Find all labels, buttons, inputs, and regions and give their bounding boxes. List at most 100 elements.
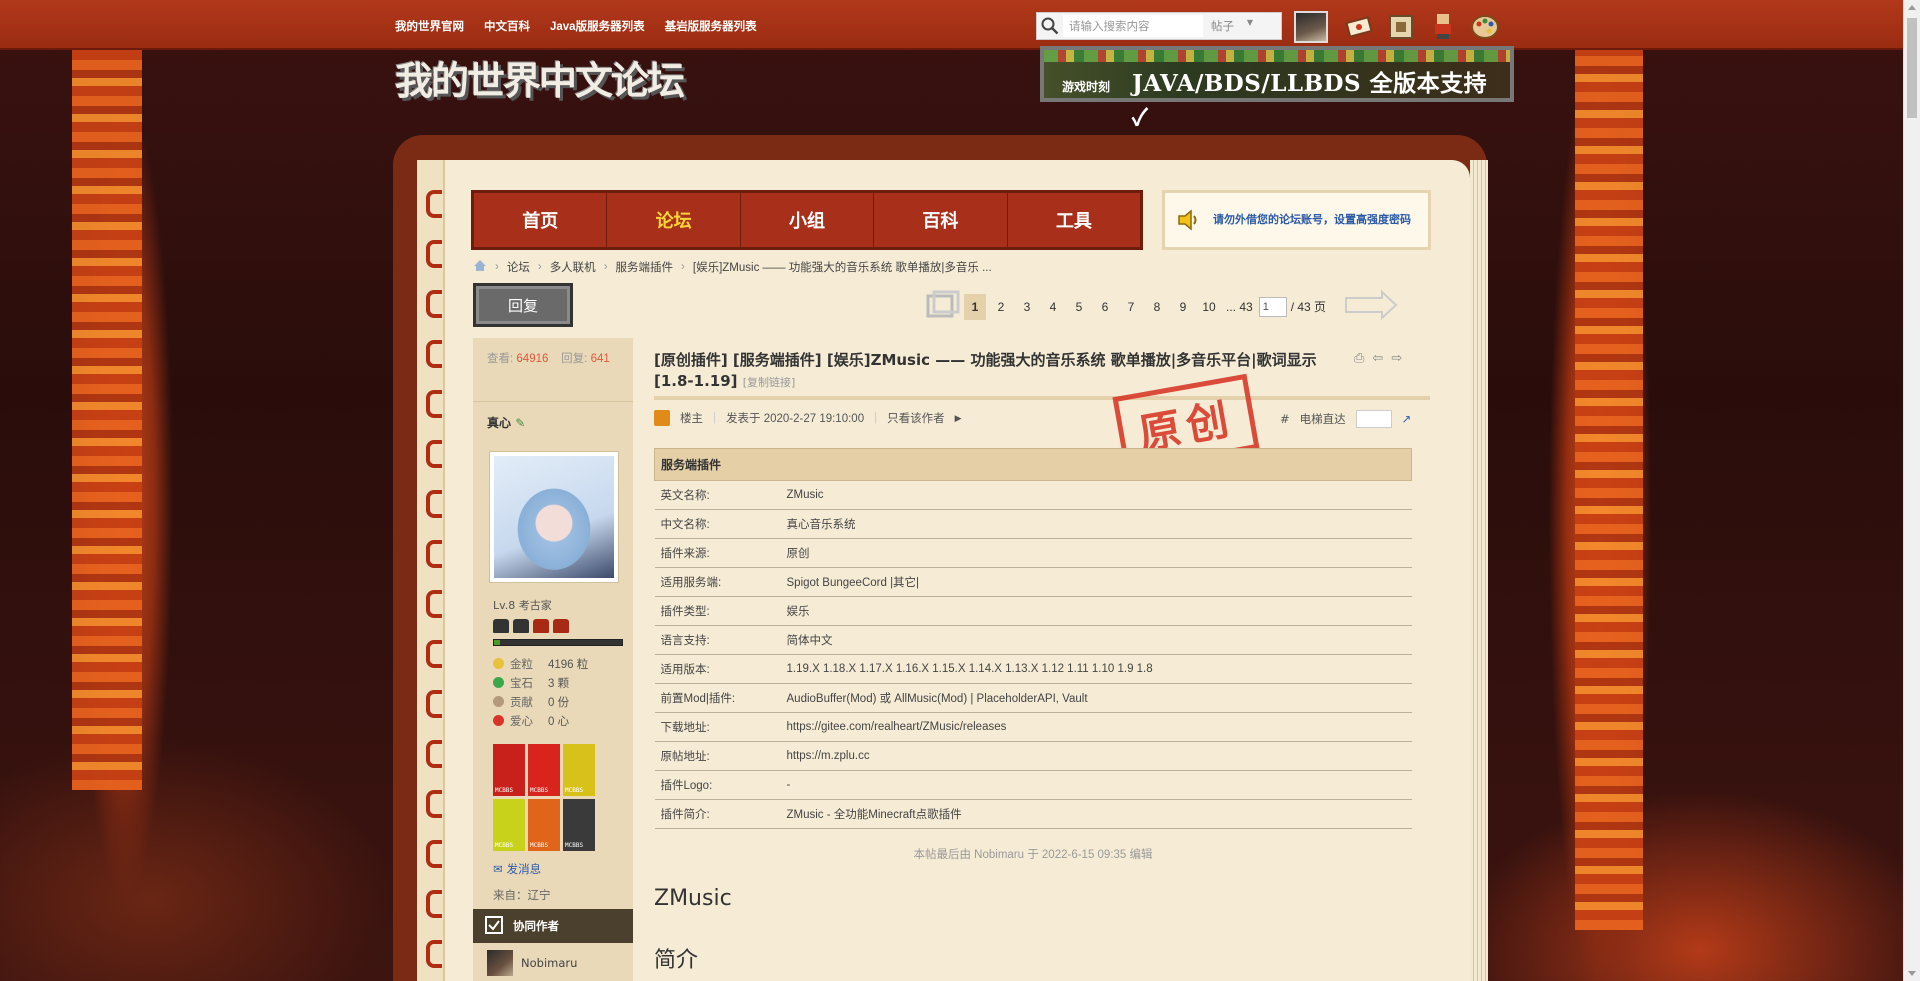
table-key: 前置Mod|插件:	[654, 683, 787, 713]
page-5[interactable]: 5	[1068, 294, 1090, 320]
tab-forum[interactable]: 论坛	[607, 193, 741, 247]
search-icon[interactable]	[1037, 13, 1063, 39]
elevator-input[interactable]	[1355, 410, 1392, 428]
floor-label: 楼主	[680, 413, 703, 425]
advertisement-banner[interactable]: 游戏时刻 JAVA/BDS/LLBDS 全版本支持 ✓	[1040, 46, 1514, 131]
breadcrumb-multiplayer[interactable]: 多人联机	[550, 259, 596, 275]
table-key: 中文名称:	[654, 509, 787, 539]
character-icon[interactable]	[1428, 12, 1458, 40]
author-avatar[interactable]	[489, 451, 619, 583]
scroll-down-icon[interactable]	[1908, 971, 1916, 976]
notification-icon[interactable]	[1344, 12, 1374, 40]
crate-icon[interactable]	[1386, 12, 1416, 40]
copy-link[interactable]: [复制链接]	[743, 376, 796, 389]
page-6[interactable]: 6	[1094, 294, 1116, 320]
security-notice[interactable]: 请勿外借您的论坛账号，设置高强度密码	[1162, 190, 1431, 250]
tab-groups[interactable]: 小组	[741, 193, 875, 247]
table-key: 适用版本:	[654, 654, 787, 684]
floor-hash[interactable]: #	[1280, 412, 1290, 426]
top-link-official-site[interactable]: 我的世界官网	[395, 18, 464, 34]
medal-ore-icon[interactable]	[563, 799, 595, 851]
table-row: 英文名称: ZMusic	[654, 480, 1412, 510]
table-row: 原帖地址: https://m.zplu.cc	[654, 741, 1412, 771]
scroll-up-icon[interactable]	[1908, 5, 1916, 10]
medal-java-icon[interactable]	[493, 744, 525, 796]
tab-home[interactable]: 首页	[474, 193, 608, 247]
page-4[interactable]: 4	[1042, 294, 1064, 320]
table-value: Spigot BungeeCord |其它|	[786, 567, 1412, 597]
reply-button[interactable]: 回复	[473, 283, 573, 327]
binder-ring	[426, 840, 442, 868]
medal-pickaxe-icon[interactable]	[493, 799, 525, 851]
table-key: 适用服务端:	[654, 567, 787, 597]
table-key: 英文名称:	[654, 480, 787, 510]
table-value: 1.19.X 1.18.X 1.17.X 1.16.X 1.15.X 1.14.…	[786, 654, 1412, 684]
top-link-bedrock-servers[interactable]: 基岩版服务器列表	[665, 18, 757, 34]
table-row: 适用服务端: Spigot BungeeCord |其它|	[654, 567, 1412, 597]
print-icon[interactable]: ⎙	[1354, 351, 1364, 366]
page-last[interactable]: ... 43	[1224, 294, 1255, 320]
pencil-icon: ✎	[515, 416, 526, 430]
next-page-icon[interactable]	[1342, 289, 1398, 323]
tab-tools[interactable]: 工具	[1008, 193, 1140, 247]
thread-title: [原创插件] [服务端插件] [娱乐]ZMusic —— 功能强大的音乐系统 歌…	[654, 350, 1354, 393]
breadcrumb-separator: ›	[603, 261, 608, 273]
credit-key: 金粒	[510, 658, 533, 671]
apple-icon	[493, 715, 504, 726]
emerald-icon	[493, 677, 504, 688]
binder-ring	[426, 790, 442, 818]
tab-wiki[interactable]: 百科	[874, 193, 1008, 247]
page-2[interactable]: 2	[990, 294, 1012, 320]
views-label: 查看:	[487, 353, 514, 365]
page-9[interactable]: 9	[1172, 294, 1194, 320]
page-8[interactable]: 8	[1146, 294, 1168, 320]
jump-arrow-icon[interactable]: ↗	[1402, 412, 1412, 426]
author-name[interactable]: 真心	[487, 416, 511, 430]
only-author-link[interactable]: 只看该作者	[887, 410, 945, 426]
binder-ring	[426, 290, 442, 318]
page-jump-input[interactable]: 1	[1258, 296, 1287, 317]
page-10[interactable]: 10	[1198, 294, 1220, 320]
breadcrumb-forum[interactable]: 论坛	[507, 259, 530, 275]
home-icon[interactable]	[473, 259, 487, 275]
breadcrumb-server-plugins[interactable]: 服务端插件	[616, 259, 674, 275]
medal-windows-icon[interactable]	[528, 744, 560, 796]
send-message-link[interactable]: ✉ 发消息	[493, 861, 633, 877]
download-link[interactable]: https://gitee.com/realheart/ZMusic/relea…	[786, 712, 1412, 742]
medal-sapling-icon[interactable]	[528, 799, 560, 851]
search-type-select[interactable]: 帖子 ▼	[1203, 18, 1259, 34]
binder-ring	[426, 440, 442, 468]
breadcrumb-separator: ›	[537, 261, 542, 273]
minecart-icon	[533, 619, 549, 633]
banner-decoration	[1044, 50, 1510, 62]
palette-icon[interactable]	[1470, 12, 1500, 40]
page-3[interactable]: 3	[1016, 294, 1038, 320]
credit-key: 爱心	[510, 715, 533, 728]
medal-pickaxe-icon[interactable]	[563, 744, 595, 796]
author-level: Lv.8 考古家	[493, 599, 552, 612]
original-post-link[interactable]: https://m.zplu.cc	[786, 741, 1412, 771]
avatar-image	[494, 456, 614, 578]
top-link-java-servers[interactable]: Java版服务器列表	[550, 18, 645, 34]
page-7[interactable]: 7	[1120, 294, 1142, 320]
post-date: 发表于 2020-2-27 19:10:00	[726, 413, 865, 425]
search-placeholder: 请输入搜索内容	[1069, 21, 1150, 33]
table-row: 语言支持: 简体中文	[654, 625, 1412, 655]
search-input[interactable]: 请输入搜索内容	[1063, 15, 1203, 37]
site-logo[interactable]: 我的世界中文论坛	[395, 50, 685, 105]
previous-page-icon[interactable]	[926, 290, 960, 323]
user-avatar[interactable]	[1294, 11, 1328, 43]
search-box: 请输入搜索内容 帖子 ▼	[1036, 12, 1282, 40]
table-value: 娱乐	[786, 596, 1412, 626]
breadcrumb-current-thread[interactable]: [娱乐]ZMusic —— 功能强大的音乐系统 歌单播放|多音乐 ...	[693, 259, 992, 275]
next-thread-icon[interactable]: ⇨	[1391, 351, 1402, 366]
banner-text: JAVA/BDS/LLBDS 全版本支持 ✓	[1132, 70, 1488, 131]
top-link-wiki[interactable]: 中文百科	[484, 18, 530, 34]
page-scrollbar[interactable]	[1903, 0, 1920, 981]
breadcrumb: › 论坛 › 多人联机 › 服务端插件 › [娱乐]ZMusic —— 功能强大…	[473, 259, 992, 275]
scroll-thumb[interactable]	[1907, 18, 1917, 118]
coauthor-entry[interactable]: Nobimaru	[473, 943, 633, 981]
page-1[interactable]: 1	[964, 293, 986, 320]
previous-thread-icon[interactable]: ⇦	[1372, 351, 1383, 366]
top-navigation-bar: 我的世界官网 中文百科 Java版服务器列表 基岩版服务器列表 请输入搜索内容 …	[0, 0, 1920, 50]
